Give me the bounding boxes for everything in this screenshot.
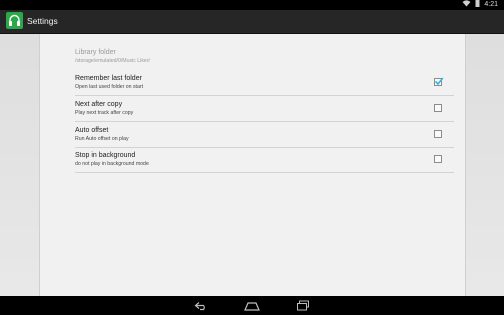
pref-summary: /storage/emulated/0/Music Liker/ <box>75 58 150 64</box>
pref-summary: Open last used folder on start <box>75 84 144 90</box>
navigation-bar <box>0 296 504 315</box>
page-title: Settings <box>27 16 58 26</box>
status-icons: 4:21 <box>462 0 498 10</box>
pref-title: Remember last folder <box>75 75 142 82</box>
pref-title: Stop in background <box>75 152 136 159</box>
checkbox-checked[interactable] <box>434 77 444 86</box>
pref-remember-last-folder[interactable]: Remember last folder Open last used fold… <box>75 70 454 96</box>
pref-next-after-copy[interactable]: Next after copy Play next track after co… <box>75 96 454 122</box>
home-icon[interactable] <box>244 299 260 312</box>
pref-summary: Run Auto offset on play <box>75 136 129 142</box>
back-icon[interactable] <box>194 299 208 312</box>
recent-apps-icon[interactable] <box>296 299 310 312</box>
pref-summary: Play next track after copy <box>75 110 134 116</box>
pref-title: Library folder <box>75 49 116 56</box>
pref-title: Next after copy <box>75 101 123 108</box>
headphones-icon[interactable] <box>6 12 23 29</box>
pref-summary: do not play in background mode <box>75 161 149 167</box>
checkbox[interactable] <box>434 130 442 138</box>
checkbox[interactable] <box>434 155 442 163</box>
pref-auto-offset[interactable]: Auto offset Run Auto offset on play <box>75 122 454 148</box>
pref-title: Auto offset <box>75 127 109 134</box>
action-bar: Settings <box>0 10 504 34</box>
preferences-panel: Library folder /storage/emulated/0/Music… <box>39 34 466 296</box>
pref-stop-in-background[interactable]: Stop in background do not play in backgr… <box>75 147 454 173</box>
status-bar: 4:21 <box>0 0 504 10</box>
checkbox[interactable] <box>434 104 442 112</box>
pref-library-folder: Library folder /storage/emulated/0/Music… <box>75 44 454 69</box>
status-time: 4:21 <box>484 1 498 8</box>
content-area: Library folder /storage/emulated/0/Music… <box>0 34 504 296</box>
